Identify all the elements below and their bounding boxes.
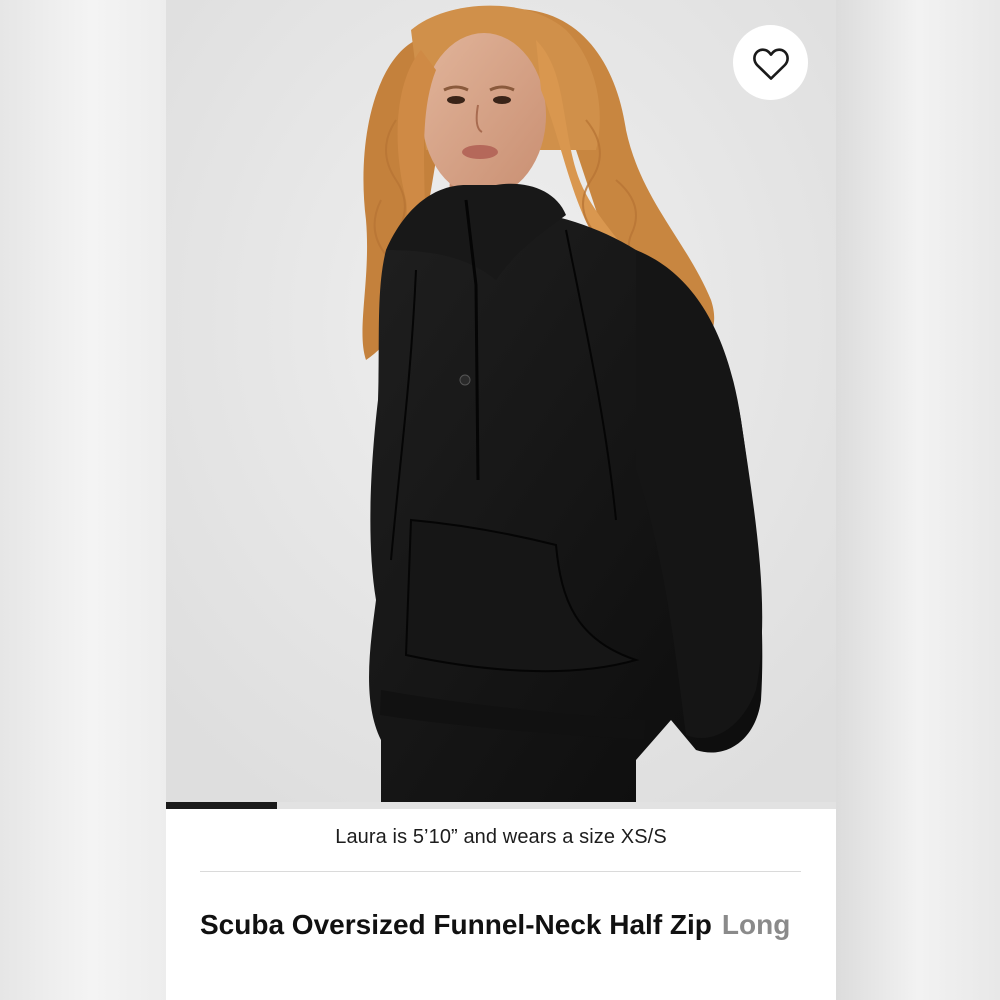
backdrop-left [0,0,166,1000]
gallery-progress-fill [166,802,278,809]
product-variant[interactable]: Long [722,909,790,940]
product-image[interactable] [166,0,836,802]
heart-outline-icon [752,47,789,80]
wishlist-button[interactable] [733,25,808,100]
product-title: Scuba Oversized Funnel-Neck Half Zip Long [200,902,800,948]
product-page: Laura is 5’10” and wears a size XS/S Scu… [166,0,836,1000]
backdrop-right [836,0,1000,1000]
gallery-progress [166,802,836,809]
model-illustration [166,0,836,802]
divider [200,871,801,872]
model-size-caption: Laura is 5’10” and wears a size XS/S [335,826,667,848]
product-name: Scuba Oversized Funnel-Neck Half Zip [200,909,712,940]
